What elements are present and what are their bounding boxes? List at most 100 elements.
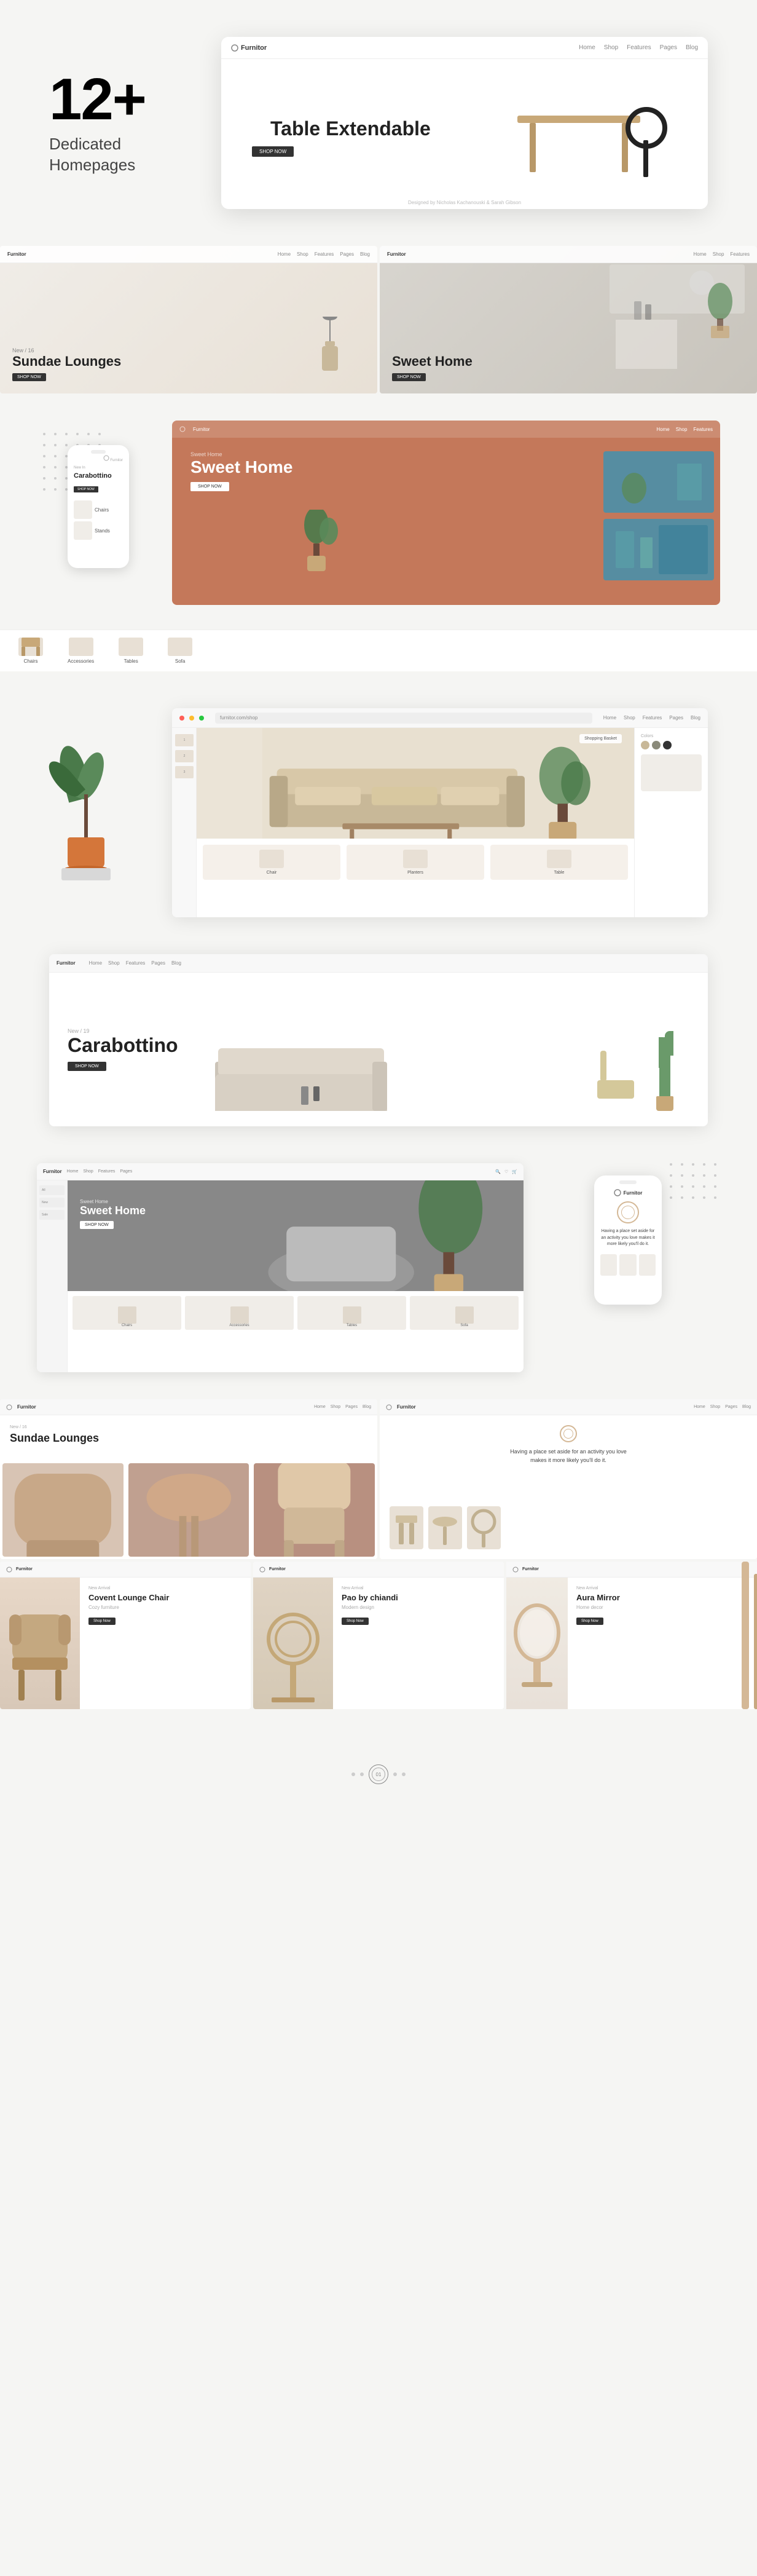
bc-product-right-2 — [428, 1506, 462, 1549]
phone-cat-label: Chairs — [95, 507, 109, 513]
pc-name-aura: Aura Mirror — [576, 1593, 748, 1602]
pi-main-circle[interactable]: 01 — [369, 1764, 388, 1784]
dot — [670, 1174, 672, 1177]
bottom-card-right: Furnitor HomeShopPagesBlog Having a plac… — [380, 1399, 757, 1559]
bc-product-3 — [254, 1463, 375, 1557]
bc-breadcrumb-left: New / 16 — [10, 1425, 367, 1429]
fw-hero-label: Sweet Home — [80, 1199, 146, 1204]
phone-logo-6: Furnitor — [600, 1189, 656, 1196]
thumb-header-left: Furnitor HomeShopFeaturesPagesBlog — [0, 246, 377, 263]
thumb-btn-right[interactable]: SHOP NOW — [392, 373, 426, 381]
dot — [714, 1196, 716, 1199]
chair-svg — [254, 1463, 375, 1557]
phone-products-6 — [600, 1254, 656, 1276]
pc-logo-icon-1 — [6, 1567, 12, 1573]
pc-content-pao: New Arrival Pao by chiandi Modern design… — [253, 1578, 504, 1709]
dot — [76, 433, 79, 435]
fw-sidebar-item-3: Sale — [39, 1210, 65, 1220]
phone-label: New In — [74, 466, 123, 470]
bc-content-left: New / 16 Sundae Lounges — [0, 1415, 377, 1457]
product-cat-table: Table — [490, 845, 628, 880]
pc-name-covent: Covent Lounge Chair — [88, 1593, 242, 1602]
product-chair-small — [467, 1506, 501, 1549]
phone-text-6: Having a place set aside for an activity… — [600, 1228, 656, 1248]
bc-product-2 — [128, 1463, 249, 1557]
thumb-breadcrumb-left: New / 16 — [12, 347, 121, 354]
pc-card-covent: Furnitor New Arrival Covent Lounge Chair… — [0, 1562, 251, 1709]
pc-card-pao: Furnitor New Arrival Pao by chiandi Mode… — [253, 1562, 504, 1709]
bc-logo-right: Furnitor — [397, 1404, 416, 1410]
thumb-content-right: Sweet Home SHOP NOW — [380, 341, 485, 393]
plant-large-decoration — [49, 745, 123, 880]
category-name-chairs: Chairs — [23, 658, 37, 664]
phone-logo-text: Furnitor — [624, 1190, 643, 1196]
phone-logo: Furnitor — [103, 455, 123, 462]
pc-logo-icon-2 — [259, 1567, 265, 1573]
phone-cat-row: Chairs — [74, 500, 123, 519]
category-icon-tables — [119, 638, 143, 656]
bc-quote-text: Having a place set aside for an activity… — [507, 1447, 630, 1465]
dot — [43, 433, 45, 435]
chair-icon — [18, 638, 43, 656]
living-room-svg — [197, 728, 634, 839]
showcase-btn[interactable]: SHOP NOW — [190, 482, 229, 491]
sofa-arm-right — [372, 1062, 387, 1111]
category-name-accessories: Accessories — [68, 658, 94, 664]
phone-btn[interactable]: SHOP NOW — [74, 486, 98, 492]
pc-product-img-aura — [506, 1578, 568, 1709]
bc-product-right-3 — [467, 1506, 501, 1549]
fw-browser-6: Furnitor Home Shop Features Pages 🔍 ♡ 🛒 … — [37, 1163, 524, 1372]
browser-nav: Home Shop Features Pages Blog — [579, 44, 698, 51]
hero-number: 12+ — [49, 70, 184, 129]
carab-btn[interactable]: SHOP NOW — [68, 1062, 106, 1071]
pi-dot-2 — [360, 1772, 364, 1776]
carab-toolbar: Furnitor Home Shop Features Pages Blog — [49, 954, 708, 973]
showcase-right-panel: Furnitor HomeShopFeatures Sweet Home Swe… — [172, 421, 720, 605]
dot — [714, 1163, 716, 1166]
panel-product-preview — [641, 754, 702, 791]
product-image-area — [499, 79, 696, 189]
pc-btn-aura[interactable]: Shop Now — [576, 1618, 603, 1625]
pi-inner-circle: 01 — [372, 1768, 385, 1781]
fw-hero-title: Sweet Home — [80, 1204, 146, 1217]
phone-cat-label-2: Stands — [95, 528, 110, 534]
pc-sub-pao: Modern design — [342, 1605, 495, 1610]
fw-cat-3: Tables — [297, 1296, 406, 1330]
cat-name-planters: Planters — [351, 871, 479, 875]
pc-tag-covent: New Arrival — [88, 1586, 242, 1590]
stool-svg — [128, 1463, 249, 1557]
sofa-back — [218, 1048, 384, 1075]
dot — [714, 1185, 716, 1188]
thumb-btn-left[interactable]: SHOP NOW — [12, 373, 46, 381]
dot — [54, 466, 57, 468]
dot — [703, 1185, 705, 1188]
hero-browser-mockup: Furnitor Home Shop Features Pages Blog T… — [221, 37, 708, 209]
hero-product-text: Table Extendable SHOP NOW — [233, 111, 431, 157]
browser-nav-4: Home Shop Features Pages Blog — [603, 715, 700, 721]
swatch-3 — [663, 741, 672, 749]
dot — [714, 1174, 716, 1177]
accent-seat — [597, 1080, 634, 1099]
dot — [670, 1163, 672, 1166]
pc-product-img-pao — [253, 1578, 333, 1709]
shop-now-btn[interactable]: SHOP NOW — [252, 146, 294, 157]
carab-content: New / 19 Carabottino SHOP NOW — [49, 973, 708, 1126]
dot — [54, 455, 57, 457]
category-icon-sofa — [168, 638, 192, 656]
pc-btn-covent[interactable]: Shop Now — [88, 1618, 116, 1625]
fw-hero-btn[interactable]: SHOP NOW — [80, 1221, 114, 1229]
pc-btn-pao[interactable]: Shop Now — [342, 1618, 369, 1625]
dot — [43, 466, 45, 468]
fw-cat-2: Accessories — [185, 1296, 294, 1330]
accent-chair — [597, 1056, 640, 1111]
dot — [87, 433, 90, 435]
kitchen-svg — [610, 264, 745, 375]
category-name-sofa: Sofa — [175, 658, 185, 664]
dot — [54, 444, 57, 446]
showcase-logo: Furnitor — [193, 427, 210, 432]
cactus-decoration — [640, 1013, 689, 1111]
dot — [54, 488, 57, 491]
browser-header: Furnitor Home Shop Features Pages Blog — [221, 37, 708, 59]
showcase-nav: HomeShopFeatures — [656, 427, 713, 432]
plant-svg — [295, 510, 344, 571]
